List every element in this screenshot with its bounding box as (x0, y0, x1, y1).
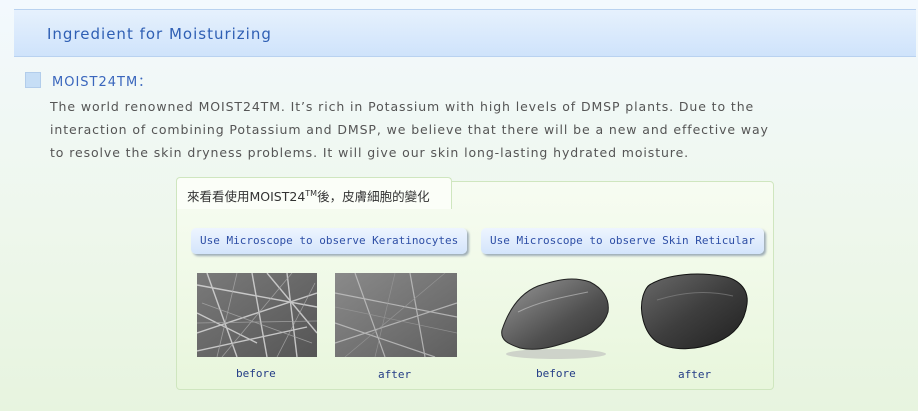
skin-reticular-before-image (498, 272, 618, 362)
description-line: The world renowned MOIST24TM. It’s rich … (50, 99, 755, 114)
description-line: interaction of combining Potassium and D… (50, 122, 769, 137)
panel-tab-title: 來看看使用MOIST24TM後，皮膚細胞的變化 (176, 177, 452, 209)
caption-skin-reticular-after: after (678, 368, 712, 381)
panel-tab-title-a: 來看看使用MOIST24 (187, 189, 306, 205)
description-line: to resolve the skin dryness problems. It… (50, 145, 690, 160)
description-text: The world renowned MOIST24TM. It’s rich … (50, 95, 870, 164)
trademark-mark: TM (305, 189, 318, 198)
section-bullet (25, 72, 41, 88)
keratinocytes-label: Use Microscope to observe Keratinocytes (191, 228, 468, 254)
panel-tab-title-b: 後，皮膚細胞的變化 (317, 189, 430, 205)
page-title: Ingredient for Moisturizing (47, 25, 272, 43)
skin-reticular-label: Use Microscope to observe Skin Reticular (481, 228, 764, 254)
caption-skin-reticular-before: before (536, 367, 576, 380)
header-bar: Ingredient for Moisturizing (14, 9, 916, 57)
keratinocytes-before-image (197, 273, 317, 357)
keratinocytes-after-image (335, 273, 457, 357)
caption-keratinocytes-after: after (378, 368, 412, 381)
skin-reticular-after-image (637, 270, 751, 354)
section-label: MOIST24TM： (52, 75, 153, 90)
caption-keratinocytes-before: before (236, 367, 276, 380)
